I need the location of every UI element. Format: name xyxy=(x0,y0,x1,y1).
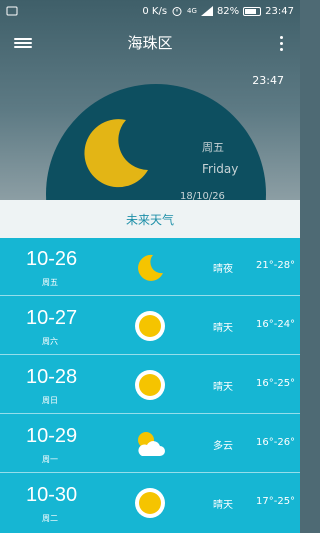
future-weather-title: 未来天气 xyxy=(125,212,174,227)
forecast-row[interactable]: 10-28 周日 晴天 16°-25° xyxy=(0,356,300,414)
forecast-row[interactable]: 10-26 周五 晴夜 21°-28° xyxy=(0,238,300,296)
forecast-desc: 多云 xyxy=(213,441,233,452)
status-left xyxy=(6,5,18,17)
forecast-date: 10-27 xyxy=(26,307,78,329)
forecast-weekday: 周一 xyxy=(42,455,58,464)
forecast-weekday: 周六 xyxy=(42,337,58,346)
forecast-temp: 16°-24° xyxy=(256,319,296,330)
future-weather-header[interactable]: 未来天气 xyxy=(0,200,300,238)
status-time: 23:47 xyxy=(265,5,294,17)
sun-icon xyxy=(135,370,165,400)
current-time: 23:47 xyxy=(252,74,284,87)
forecast-date: 10-28 xyxy=(26,366,78,388)
forecast-desc: 晴天 xyxy=(213,500,233,511)
forecast-temp: 17°-25° xyxy=(256,496,296,507)
forecast-date: 10-30 xyxy=(26,484,78,506)
network-speed: 0 K/s xyxy=(142,5,168,17)
forecast-weekday: 周二 xyxy=(42,514,58,523)
forecast-row[interactable]: 10-30 周二 晴天 17°-25° xyxy=(0,474,300,532)
forecast-desc: 晴天 xyxy=(213,382,233,393)
forecast-desc: 晴夜 xyxy=(213,264,233,275)
alarm-icon xyxy=(172,7,182,16)
status-right: 0 K/s 4G 82% 23:47 xyxy=(142,5,294,17)
current-weekday-cn: 周五 xyxy=(202,141,224,154)
forecast-date: 10-29 xyxy=(26,425,78,447)
signal-icon xyxy=(200,6,213,16)
battery-icon xyxy=(243,6,262,16)
forecast-row[interactable]: 10-27 周六 晴天 16°-24° xyxy=(0,297,300,355)
forecast-desc: 晴天 xyxy=(213,323,233,334)
forecast-temp: 21°-28° xyxy=(256,260,296,271)
battery-percent: 82% xyxy=(216,5,240,17)
moon-icon xyxy=(138,254,163,281)
forecast-weekday: 周五 xyxy=(42,278,58,287)
current-weekday-en: Friday xyxy=(202,162,239,176)
sun-icon xyxy=(135,311,165,341)
forecast-temp: 16°-25° xyxy=(256,378,296,389)
sun-icon xyxy=(135,488,165,518)
app-bar: 海珠区 xyxy=(0,28,300,62)
signal-label: 4G xyxy=(187,7,197,15)
notification-icon xyxy=(6,6,18,16)
forecast-weekday: 周日 xyxy=(42,396,58,405)
partly-cloudy-icon xyxy=(138,432,165,456)
future-weather-list[interactable]: 10-26 周五 晴夜 21°-28° 10-27 周六 晴天 16°-24° … xyxy=(0,238,300,533)
more-vertical-icon[interactable] xyxy=(280,36,284,54)
city-title: 海珠区 xyxy=(127,34,173,52)
forecast-date: 10-26 xyxy=(26,248,78,270)
forecast-row[interactable]: 10-29 周一 多云 16°-26° xyxy=(0,415,300,473)
forecast-temp: 16°-26° xyxy=(256,437,296,448)
status-bar: 0 K/s 4G 82% 23:47 xyxy=(0,0,300,22)
crescent-moon-icon xyxy=(84,119,148,188)
